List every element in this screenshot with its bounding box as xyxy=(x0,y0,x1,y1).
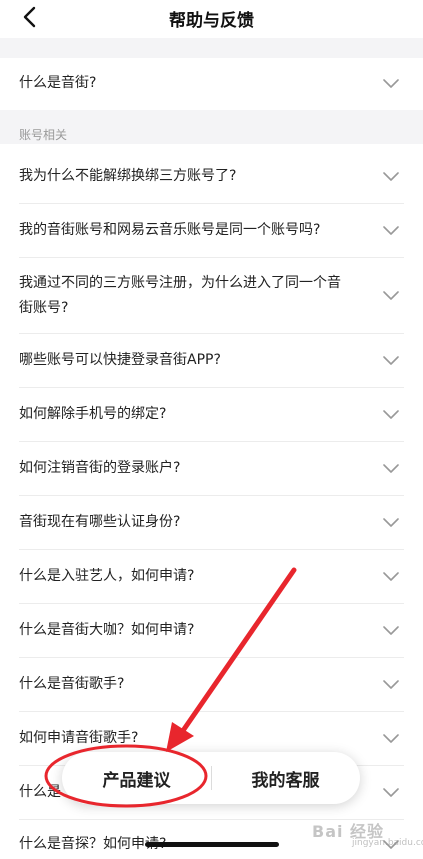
chevron-down-icon xyxy=(383,172,399,181)
feedback-action-bar: 产品建议 我的客服 xyxy=(62,752,360,804)
chevron-down-icon xyxy=(383,410,399,419)
my-customer-service-button[interactable]: 我的客服 xyxy=(211,752,360,804)
page-title: 帮助与反馈 xyxy=(169,11,254,31)
faq-item[interactable]: 什么是音街大咖？如何申请? xyxy=(0,604,423,658)
faq-item[interactable]: 如何注销音街的登录账户? xyxy=(0,442,423,496)
faq-item[interactable]: 我通过不同的三方账号注册，为什么进入了同一个音街账号? xyxy=(0,258,423,334)
chevron-down-icon xyxy=(383,464,399,473)
faq-item[interactable]: 什么是音街歌手? xyxy=(0,658,423,712)
section-header: 账号相关 xyxy=(0,110,423,144)
chevron-down-icon xyxy=(383,226,399,235)
chevron-down-icon xyxy=(383,572,399,581)
chevron-down-icon xyxy=(383,79,399,88)
faq-item-label: 我通过不同的三方账号注册，为什么进入了同一个音街账号? xyxy=(19,275,341,316)
header: 帮助与反馈 xyxy=(0,0,423,38)
faq-item[interactable]: 什么是音街? xyxy=(0,58,423,110)
chevron-down-icon xyxy=(383,356,399,365)
chevron-down-icon xyxy=(383,734,399,743)
chevron-down-icon xyxy=(383,291,399,300)
faq-item-label: 什么是音街歌手? xyxy=(19,676,125,692)
faq-item[interactable]: 如何解除手机号的绑定? xyxy=(0,388,423,442)
faq-item-label: 如何申请音街歌手? xyxy=(19,730,139,746)
faq-item-label: 我为什么不能解绑换绑三方账号了? xyxy=(19,168,237,184)
chevron-down-icon xyxy=(383,680,399,689)
faq-item-label: 什么是音街大咖？如何申请? xyxy=(19,622,195,638)
faq-item[interactable]: 我为什么不能解绑换绑三方账号了? xyxy=(0,150,423,204)
faq-item-label: 哪些账号可以快捷登录音街APP? xyxy=(19,352,221,368)
chevron-down-icon xyxy=(383,788,399,797)
faq-item-label: 如何解除手机号的绑定? xyxy=(19,406,167,422)
faq-item-label: 什么是入驻艺人，如何申请? xyxy=(19,568,195,584)
chevron-down-icon xyxy=(383,626,399,635)
section-label: 账号相关 xyxy=(19,128,68,142)
faq-item[interactable]: 什么是入驻艺人，如何申请? xyxy=(0,550,423,604)
faq-item-label: 我的音街账号和网易云音乐账号是同一个账号吗? xyxy=(19,222,321,238)
faq-item-label: 什么是音街? xyxy=(19,75,97,91)
watermark-url: jingyan.baidu.com xyxy=(352,838,423,848)
product-suggestion-button[interactable]: 产品建议 xyxy=(62,752,211,804)
faq-item-label: 如何注销音街的登录账户? xyxy=(19,460,181,476)
home-indicator xyxy=(145,842,279,847)
chevron-down-icon xyxy=(383,518,399,527)
faq-item-label: 音街现在有哪些认证身份? xyxy=(19,514,181,530)
faq-item[interactable]: 哪些账号可以快捷登录音街APP? xyxy=(0,334,423,388)
faq-item[interactable]: 音街现在有哪些认证身份? xyxy=(0,496,423,550)
top-spacer xyxy=(0,38,423,58)
faq-item[interactable]: 我的音街账号和网易云音乐账号是同一个账号吗? xyxy=(0,204,423,258)
